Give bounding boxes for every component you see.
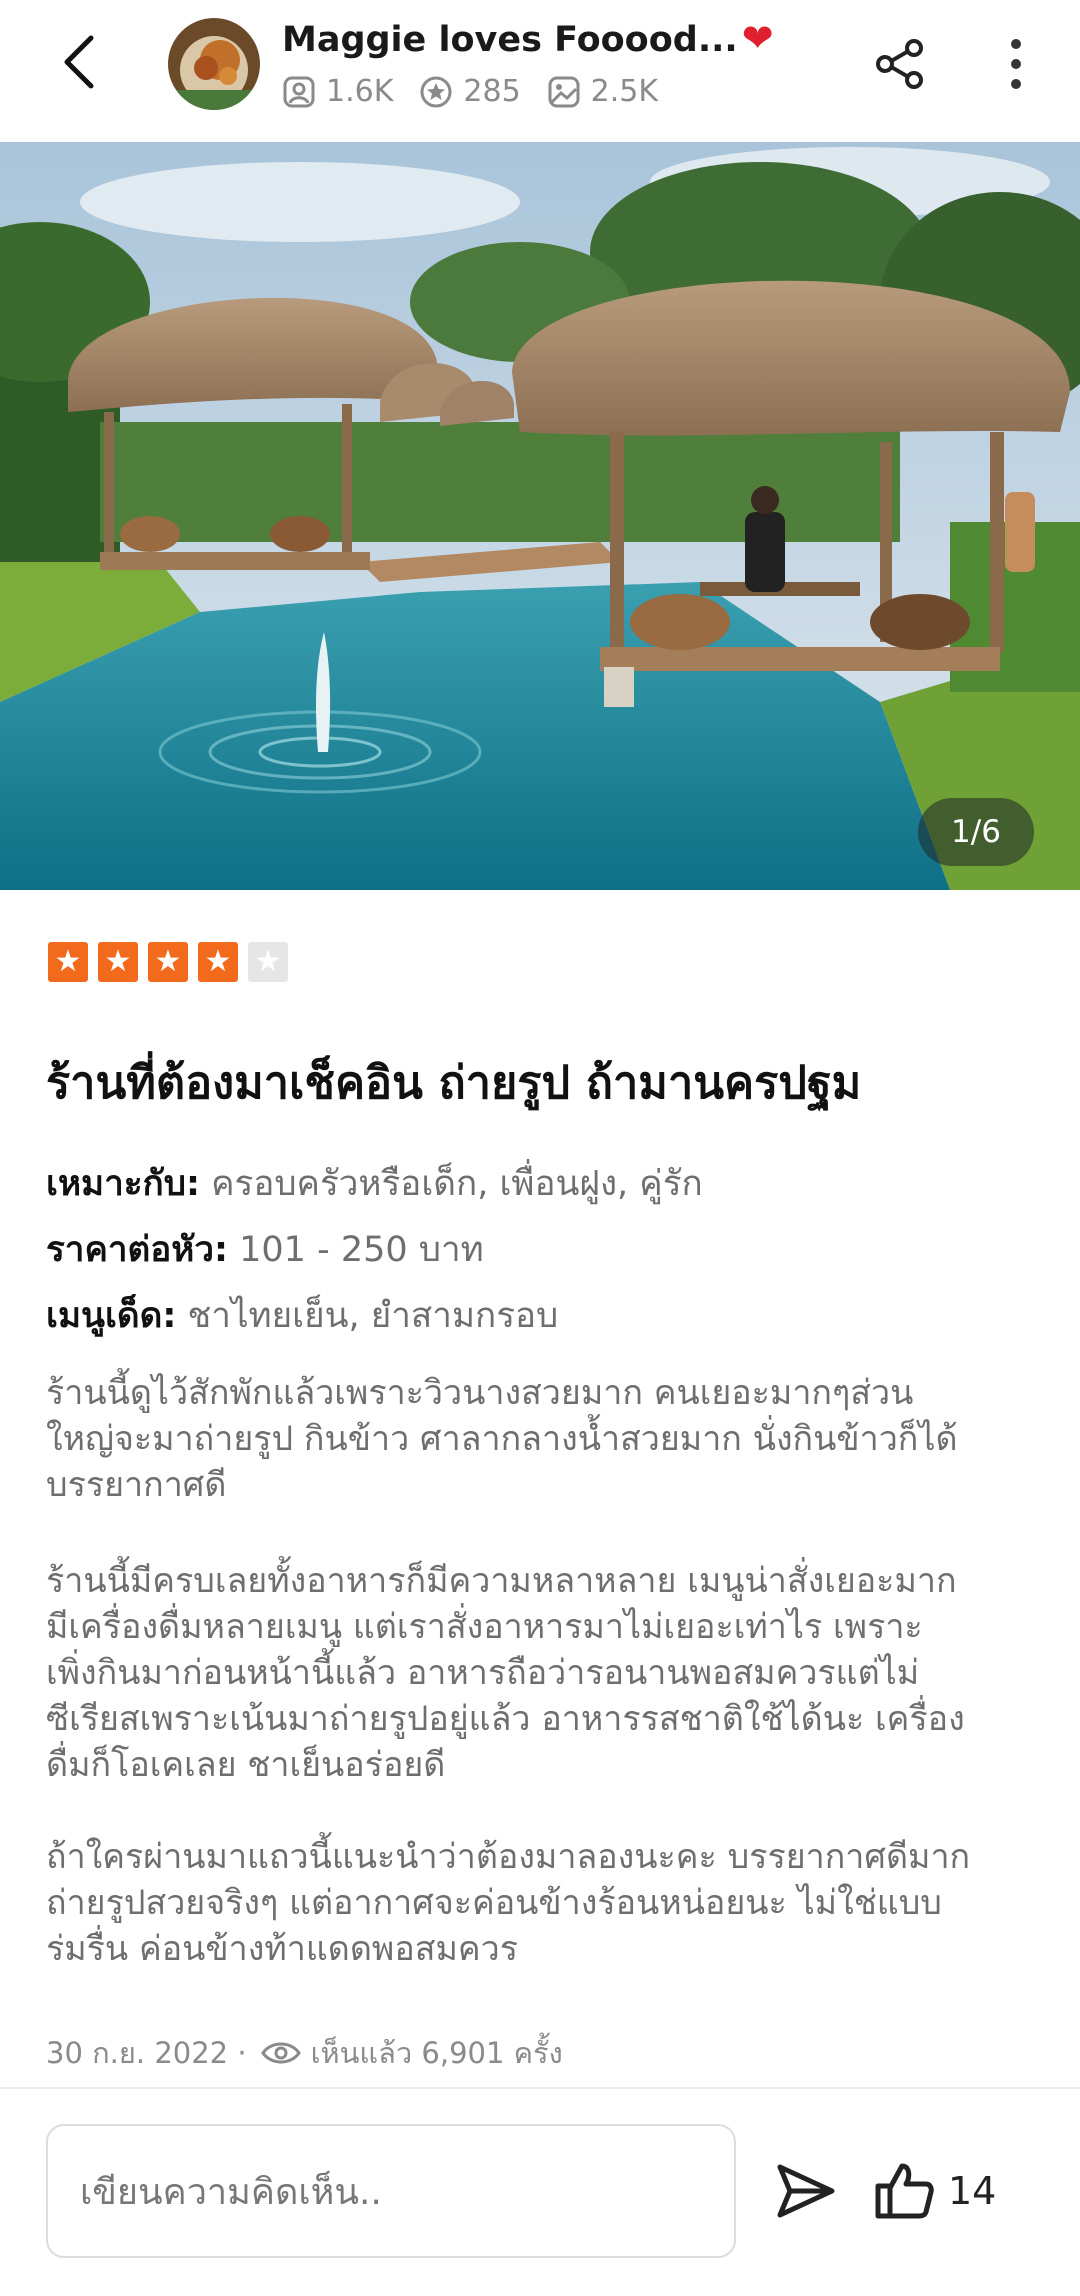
share-icon bbox=[876, 39, 923, 89]
review-title: ร้านที่ต้องมาเช็คอิน ถ่ายรูป ถ้ามานครปฐม bbox=[46, 1056, 862, 1109]
followers-stat: 1.6K bbox=[282, 74, 393, 109]
suitable-for-label: เหมาะกับ: bbox=[46, 1164, 200, 1204]
reviews-count: 285 bbox=[463, 74, 521, 109]
star-icon: ★ bbox=[48, 942, 88, 982]
author-name-text: Maggie loves Fooood... bbox=[282, 20, 738, 60]
price-value: 101 - 250 บาท bbox=[239, 1230, 484, 1270]
top-bar: Maggie loves Fooood... ❤ 1.6K 285 2.5K bbox=[0, 0, 1080, 142]
star-badge-icon bbox=[420, 76, 452, 107]
post-date: 30 ก.ย. 2022 · bbox=[46, 2036, 247, 2070]
image-icon bbox=[548, 76, 580, 107]
signature-menu-label: เมนูเด็ด: bbox=[46, 1296, 177, 1336]
photo-counter: 1/6 bbox=[918, 798, 1034, 866]
suitable-for-row: เหมาะกับ: ครอบครัวหรือเด็ก, เพื่อนฝูง, ค… bbox=[46, 1156, 703, 1211]
divider bbox=[0, 2087, 1080, 2089]
paragraph-line: มีเครื่องดื่มหลายเมนู แต่เราสั่งอาหารมาไ… bbox=[46, 1607, 923, 1647]
paragraph-line: ถ้าใครผ่านมาแถวนี้แนะนำว่าต้องมาลองนะคะ … bbox=[46, 1837, 971, 1877]
paragraph-line: ถ่ายรูปสวยจริงๆ แต่อากาศจะค่อนข้างร้อนหน… bbox=[46, 1883, 942, 1923]
paragraph-line: ซีเรียสเพราะเน้นมาถ่ายรูปอยู่แล้ว อาหารร… bbox=[46, 1699, 965, 1739]
review-paragraph-2: ร้านนี้มีครบเลยทั้งอาหารก็มีความหลาหลาย … bbox=[46, 1558, 1046, 1788]
star-rating: ★ ★ ★ ★ ★ bbox=[48, 942, 298, 982]
send-icon bbox=[777, 2164, 835, 2218]
comment-placeholder: เขียนความคิดเห็น.. bbox=[80, 2171, 382, 2213]
suitable-for-value: ครอบครัวหรือเด็ก, เพื่อนฝูง, คู่รัก bbox=[211, 1164, 703, 1204]
reviews-stat: 285 bbox=[419, 74, 521, 109]
send-button[interactable] bbox=[772, 2156, 840, 2226]
star-icon: ★ bbox=[98, 942, 138, 982]
price-row: ราคาต่อหัว: 101 - 250 บาท bbox=[46, 1222, 484, 1277]
paragraph-line: บรรยากาศดี bbox=[46, 1465, 227, 1505]
user-icon bbox=[283, 76, 315, 107]
comment-input[interactable]: เขียนความคิดเห็น.. bbox=[46, 2124, 736, 2258]
followers-count: 1.6K bbox=[326, 74, 394, 109]
post-meta: 30 ก.ย. 2022 · เห็นแล้ว 6,901 ครั้ง bbox=[46, 2030, 563, 2076]
heart-icon: ❤ bbox=[741, 16, 774, 60]
star-icon: ★ bbox=[248, 942, 288, 982]
back-button[interactable] bbox=[48, 26, 108, 98]
star-icon: ★ bbox=[198, 942, 238, 982]
photo-carousel[interactable]: 1/6 bbox=[0, 142, 1080, 890]
eye-icon bbox=[260, 2042, 301, 2064]
paragraph-line: ดื่มก็โอเคเลย ชาเย็นอร่อยดี bbox=[46, 1745, 446, 1785]
avatar-image bbox=[168, 18, 260, 110]
chevron-left-icon bbox=[64, 35, 94, 89]
paragraph-line: เพิ่งกินมาก่อนหน้านี้แล้ว อาหารถือว่ารอน… bbox=[46, 1653, 920, 1693]
paragraph-line: ใหญ่จะมาถ่ายรูป กินข้าว ศาลากลางน้ำสวยมา… bbox=[46, 1419, 958, 1459]
photos-count: 2.5K bbox=[590, 74, 659, 109]
review-paragraph-1: ร้านนี้ดูไว้สักพักแล้วเพราะวิวนางสวยมาก … bbox=[46, 1370, 1046, 1508]
signature-menu-row: เมนูเด็ด: ชาไทยเย็น, ยำสามกรอบ bbox=[46, 1288, 558, 1343]
more-vertical-icon bbox=[1011, 39, 1021, 89]
author-stats: 1.6K 285 2.5K bbox=[282, 74, 684, 109]
share-button[interactable] bbox=[868, 28, 932, 100]
review-paragraph-3: ถ้าใครผ่านมาแถวนี้แนะนำว่าต้องมาลองนะคะ … bbox=[46, 1834, 1046, 1972]
price-label: ราคาต่อหัว: bbox=[46, 1230, 228, 1270]
more-options-button[interactable] bbox=[992, 28, 1040, 100]
paragraph-line: ร้านนี้ดูไว้สักพักแล้วเพราะวิวนางสวยมาก … bbox=[46, 1373, 914, 1413]
like-count: 14 bbox=[948, 2169, 997, 2213]
restaurant-photo bbox=[0, 142, 1080, 890]
signature-menu-value: ชาไทยเย็น, ยำสามกรอบ bbox=[187, 1296, 559, 1336]
view-count: เห็นแล้ว 6,901 ครั้ง bbox=[310, 2036, 563, 2070]
author-name[interactable]: Maggie loves Fooood... ❤ bbox=[282, 16, 774, 60]
paragraph-line: ร้านนี้มีครบเลยทั้งอาหารก็มีความหลาหลาย … bbox=[46, 1561, 957, 1601]
star-icon: ★ bbox=[148, 942, 188, 982]
like-button[interactable]: 14 bbox=[874, 2156, 996, 2226]
thumbs-up-icon bbox=[875, 2163, 934, 2219]
author-avatar[interactable] bbox=[168, 18, 260, 110]
photos-stat: 2.5K bbox=[547, 74, 658, 109]
paragraph-line: ร่มรื่น ค่อนข้างท้าแดดพอสมควร bbox=[46, 1929, 518, 1969]
